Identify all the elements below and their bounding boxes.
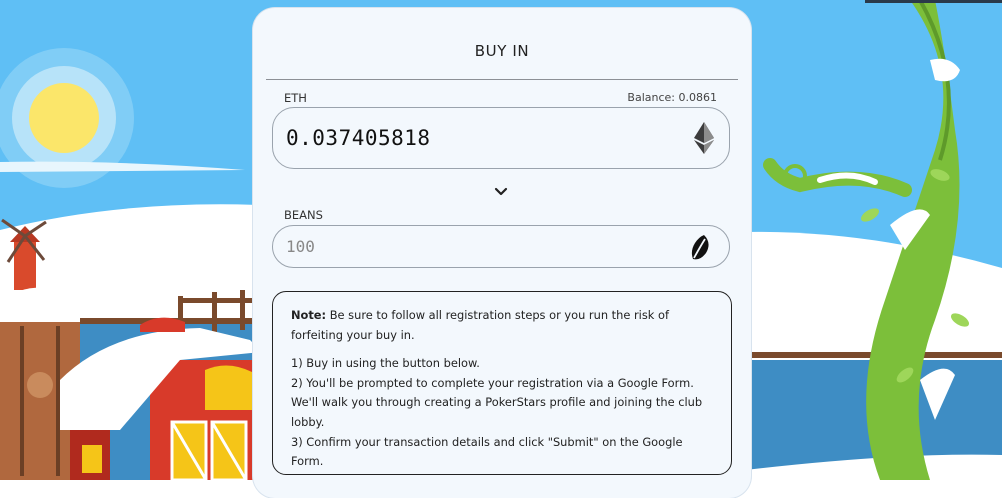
modal-title: BUY IN bbox=[474, 42, 530, 60]
registration-note: Note: Be sure to follow all registration… bbox=[272, 291, 732, 475]
note-step-1: 1) Buy in using the button below. bbox=[291, 356, 480, 371]
note-intro-paragraph: Note: Be sure to follow all registration… bbox=[291, 306, 713, 345]
note-intro: Be sure to follow all registration steps… bbox=[291, 308, 669, 342]
top-strip bbox=[865, 0, 1002, 3]
buy-in-modal: BUY IN ETH Balance: 0.0861 BEANS Note: B… bbox=[253, 8, 751, 498]
note-step-2: 2) You'll be prompted to complete your r… bbox=[291, 375, 703, 429]
eth-balance: Balance: 0.0861 bbox=[627, 91, 717, 104]
beans-amount-input[interactable] bbox=[286, 226, 666, 267]
cloud bbox=[0, 161, 245, 172]
eth-amount-field[interactable] bbox=[272, 107, 730, 169]
beans-amount-field[interactable] bbox=[272, 225, 730, 268]
bean-leaf-icon bbox=[691, 235, 709, 260]
ethereum-icon bbox=[694, 122, 714, 154]
chevron-down-icon[interactable] bbox=[493, 186, 509, 198]
eth-amount-input[interactable] bbox=[286, 108, 666, 168]
eth-label: ETH bbox=[284, 91, 307, 105]
note-heading: Note: bbox=[291, 308, 327, 322]
beans-label: BEANS bbox=[284, 208, 323, 222]
title-divider bbox=[266, 79, 738, 80]
note-step-3: 3) Confirm your transaction details and … bbox=[291, 434, 683, 469]
